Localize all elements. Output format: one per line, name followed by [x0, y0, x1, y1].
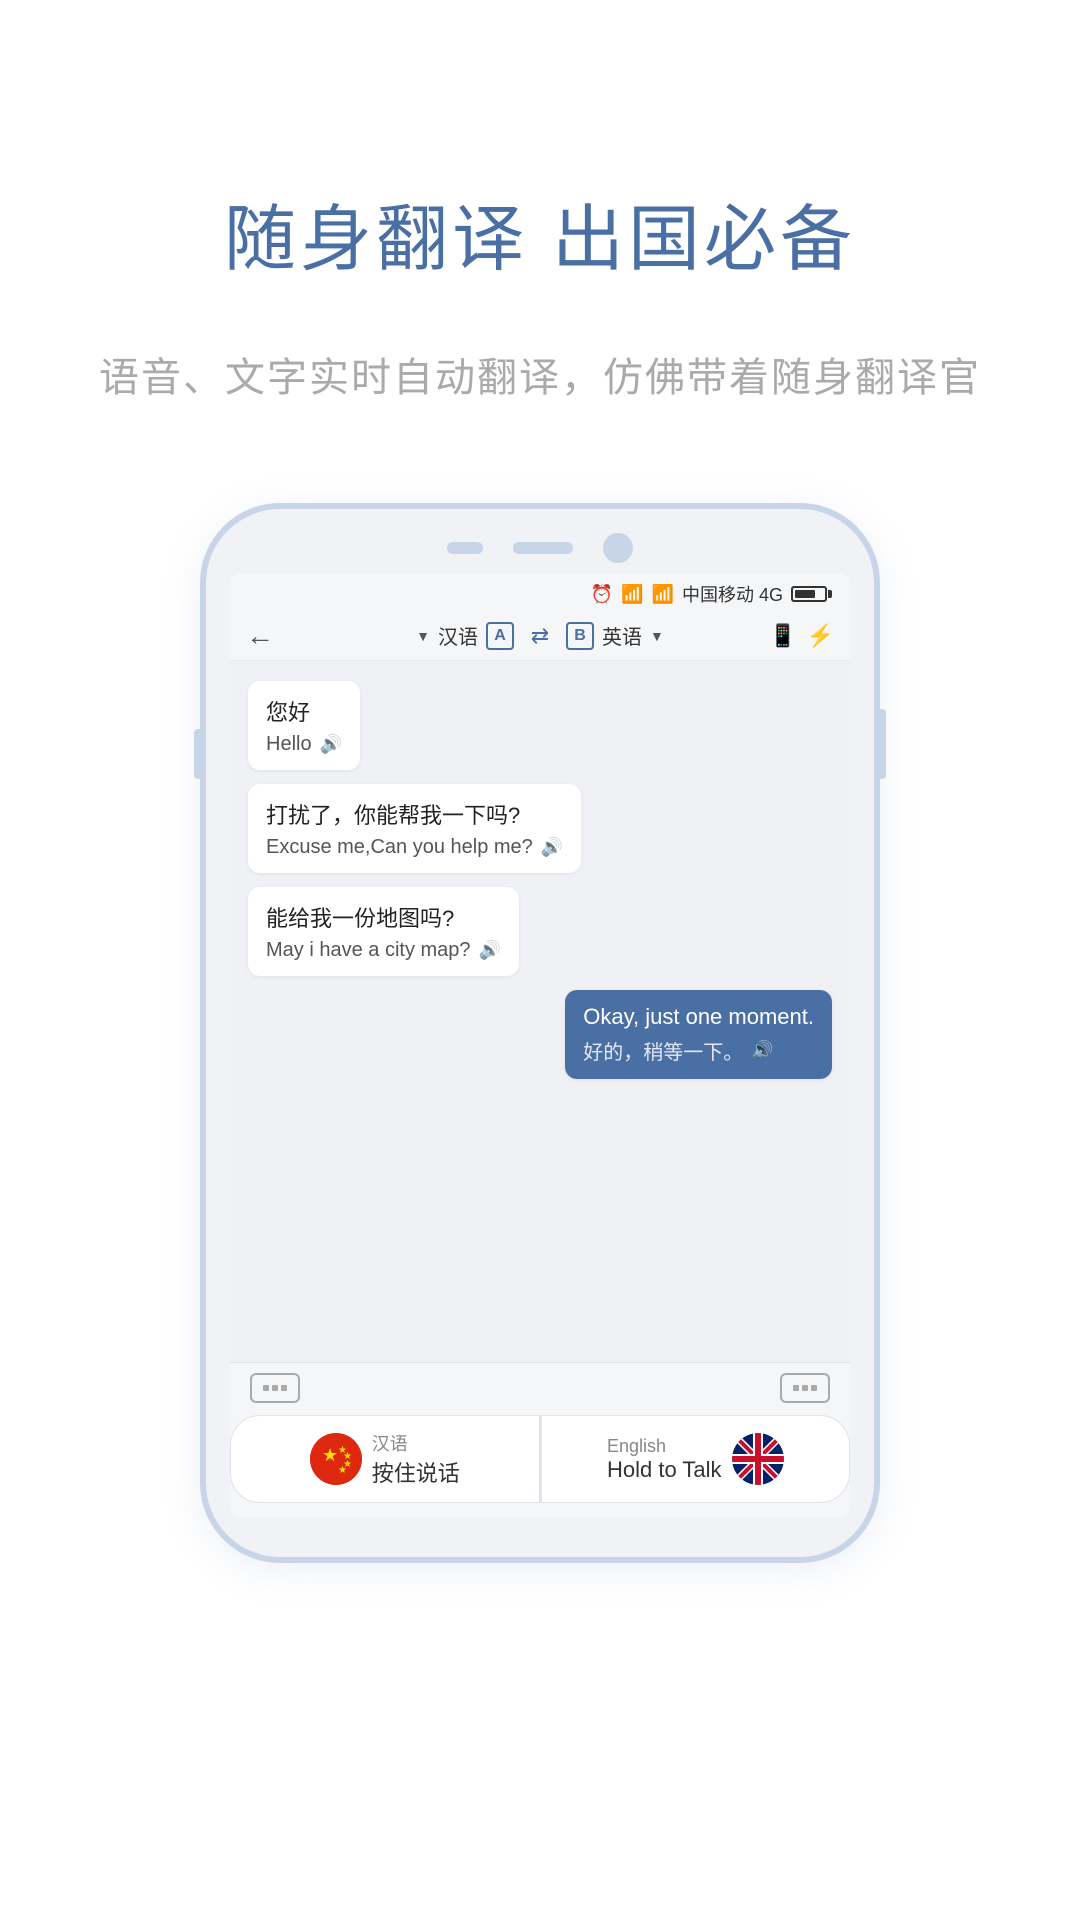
- svg-text:★: ★: [322, 1445, 338, 1465]
- sound-icon-2[interactable]: 🔊: [541, 837, 563, 858]
- chinese-action-label: 按住说话: [372, 1456, 460, 1488]
- bubble-2-translated: Excuse me,Can you help me? 🔊: [266, 836, 563, 859]
- app-page: 随身翻译 出国必备 语音、文字实时自动翻译，仿佛带着随身翻译官 ⏰ 📶: [0, 0, 1080, 1920]
- chat-bubble-2: 打扰了，你能帮我一下吗? Excuse me,Can you help me? …: [248, 784, 581, 873]
- lang-swap-icon[interactable]: ⇄: [522, 622, 558, 650]
- bubble-4-original: Okay, just one moment.: [583, 1004, 814, 1030]
- hero-subtitle: 语音、文字实时自动翻译，仿佛带着随身翻译官: [39, 345, 1041, 403]
- phone-outer: ⏰ 📶 📶 中国移动 4G ←: [200, 503, 880, 1563]
- english-flag: [732, 1433, 784, 1485]
- chat-bubble-4: Okay, just one moment. 好的，稍等一下。 🔊: [565, 990, 832, 1079]
- chinese-talk-button[interactable]: ★ ★ ★ ★ ★ 汉语 按住说话: [230, 1415, 540, 1503]
- lang-left-arrow[interactable]: ▼: [416, 628, 430, 644]
- talk-buttons-row: ★ ★ ★ ★ ★ 汉语 按住说话: [230, 1415, 850, 1503]
- svg-text:★: ★: [338, 1465, 347, 1476]
- bubble-1-original: 您好: [266, 695, 342, 727]
- lang-left-label: 汉语: [438, 621, 478, 650]
- keyboard-icon-right[interactable]: [780, 1373, 830, 1403]
- lang-right-arrow[interactable]: ▼: [650, 628, 664, 644]
- language-selector[interactable]: ▼ 汉语 A ⇄ B 英语 ▼: [416, 621, 664, 650]
- hero-title: 随身翻译 出国必备: [224, 180, 856, 285]
- lang-badge-b: B: [566, 622, 594, 650]
- status-icons: ⏰ 📶 📶 中国移动 4G: [591, 581, 832, 607]
- chat-bubble-1: 您好 Hello 🔊: [248, 681, 360, 770]
- status-bar: ⏰ 📶 📶 中国移动 4G: [230, 573, 850, 611]
- bubble-2-translation-text: Excuse me,Can you help me?: [266, 836, 533, 859]
- alarm-icon: ⏰: [591, 584, 613, 605]
- phone-volume-button: [194, 729, 204, 779]
- phone-mockup: ⏰ 📶 📶 中国移动 4G ←: [200, 503, 880, 1563]
- sound-icon-1[interactable]: 🔊: [320, 734, 342, 755]
- chinese-flag: ★ ★ ★ ★ ★: [310, 1433, 362, 1485]
- bubble-3-original: 能给我一份地图吗?: [266, 901, 501, 933]
- bubble-3-translated: May i have a city map? 🔊: [266, 939, 501, 962]
- header-icons: 📱 ⚡: [769, 623, 834, 649]
- english-action-label: Hold to Talk: [607, 1457, 722, 1483]
- english-talk-button[interactable]: English Hold to Talk: [541, 1415, 851, 1503]
- sound-icon-4[interactable]: 🔊: [751, 1040, 773, 1061]
- chinese-btn-text: 汉语 按住说话: [372, 1430, 460, 1488]
- phone-top-bar: [206, 509, 874, 573]
- bottom-bar: ★ ★ ★ ★ ★ 汉语 按住说话: [230, 1362, 850, 1517]
- signal-icon: 📶: [652, 584, 674, 605]
- lang-badge-a: A: [486, 622, 514, 650]
- bubble-4-translated: 好的，稍等一下。 🔊: [583, 1036, 814, 1065]
- chat-bubble-3: 能给我一份地图吗? May i have a city map? 🔊: [248, 887, 519, 976]
- app-header: ← ▼ 汉语 A ⇄ B 英语 ▼ 📱 ⚡: [230, 611, 850, 661]
- chinese-lang-label: 汉语: [372, 1430, 408, 1456]
- bubble-1-translated: Hello 🔊: [266, 733, 342, 756]
- wifi-icon: 📶: [621, 584, 643, 605]
- phone-icon[interactable]: 📱: [769, 623, 796, 649]
- carrier-text: 中国移动 4G: [682, 581, 783, 607]
- phone-speaker: [513, 542, 573, 554]
- keyboard-icons-row: [230, 1373, 850, 1403]
- bubble-1-translation-text: Hello: [266, 733, 312, 756]
- keyboard-icon-left[interactable]: [250, 1373, 300, 1403]
- english-btn-text: English Hold to Talk: [607, 1436, 722, 1483]
- back-button[interactable]: ←: [246, 620, 274, 652]
- phone-speaker-small: [447, 542, 483, 554]
- bluetooth-icon[interactable]: ⚡: [807, 623, 834, 649]
- bubble-2-original: 打扰了，你能帮我一下吗?: [266, 798, 563, 830]
- battery-icon: [791, 586, 832, 602]
- sound-icon-3[interactable]: 🔊: [479, 940, 501, 961]
- bubble-3-translation-text: May i have a city map?: [266, 939, 471, 962]
- lang-right-label: 英语: [602, 621, 642, 650]
- phone-power-button: [876, 709, 886, 779]
- english-lang-label: English: [607, 1436, 666, 1457]
- chat-area: 您好 Hello 🔊 打扰了，你能帮我一下吗? Excuse me,Can yo…: [230, 661, 850, 1362]
- bubble-4-translation-text: 好的，稍等一下。: [583, 1036, 743, 1065]
- phone-screen: ⏰ 📶 📶 中国移动 4G ←: [230, 573, 850, 1517]
- phone-camera: [603, 533, 633, 563]
